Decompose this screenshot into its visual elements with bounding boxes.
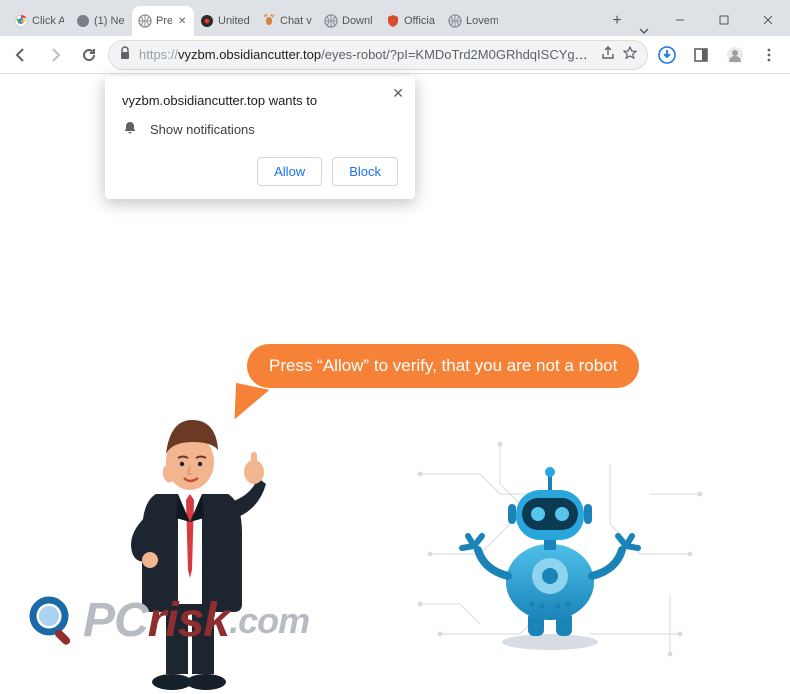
window-close-button[interactable] — [746, 4, 790, 36]
browser-menu-icon[interactable] — [754, 40, 784, 70]
window-minimize-button[interactable] — [658, 4, 702, 36]
tab-label: Pre — [156, 15, 172, 27]
block-button[interactable]: Block — [332, 157, 398, 186]
speech-bubble-text: Press “Allow” to verify, that you are no… — [269, 356, 617, 375]
profile-icon[interactable] — [720, 40, 750, 70]
favicon-globe-icon — [138, 14, 152, 28]
favicon-red-dot-icon — [200, 14, 214, 28]
browser-tab[interactable]: (1) Ne — [70, 6, 132, 36]
new-tab-button[interactable]: + — [604, 8, 630, 34]
tab-label: Chat v — [280, 15, 312, 27]
tab-label: United — [218, 15, 250, 27]
browser-tab[interactable]: Pre ✕ — [132, 6, 194, 36]
share-icon[interactable] — [601, 46, 615, 63]
bell-icon — [122, 120, 138, 139]
robot-illustration — [450, 454, 650, 654]
browser-tab[interactable]: Officia — [380, 6, 442, 36]
tab-close-icon[interactable]: ✕ — [176, 15, 188, 27]
tab-label: Officia — [404, 15, 435, 27]
tab-label: Lovem — [466, 15, 498, 27]
address-bar[interactable]: https://vyzbm.obsidiancutter.top/eyes-ro… — [108, 40, 648, 70]
pcrisk-watermark: PC risk .com — [25, 593, 309, 648]
window-controls — [658, 4, 790, 36]
lock-icon — [119, 46, 131, 63]
url-text: https://vyzbm.obsidiancutter.top/eyes-ro… — [139, 47, 593, 62]
browser-tab[interactable]: Lovem — [442, 6, 504, 36]
favicon-globe-icon — [324, 14, 338, 28]
window-maximize-button[interactable] — [702, 4, 746, 36]
favicon-deer-icon — [262, 14, 276, 28]
watermark-pc: PC — [83, 593, 148, 648]
window-titlebar: Click A (1) Ne Pre ✕ United Chat v Downl Offici… — [0, 0, 790, 36]
nav-back-button[interactable] — [6, 40, 36, 70]
allow-button[interactable]: Allow — [257, 157, 322, 186]
permission-title: vyzbm.obsidiancutter.top wants to — [122, 93, 398, 108]
tab-strip: Click A (1) Ne Pre ✕ United Chat v Downl Offici… — [0, 0, 602, 36]
businessman-illustration — [98, 404, 278, 694]
browser-tab[interactable]: Chat v — [256, 6, 318, 36]
bookmark-icon[interactable] — [623, 46, 637, 63]
browser-toolbar: https://vyzbm.obsidiancutter.top/eyes-ro… — [0, 36, 790, 74]
browser-tab[interactable]: Downl — [318, 6, 380, 36]
favicon-gray-badge-icon — [76, 14, 90, 28]
watermark-risk: risk — [148, 593, 229, 648]
browser-tab[interactable]: Click A — [8, 6, 70, 36]
tab-label: Click A — [32, 15, 64, 27]
nav-reload-button[interactable] — [74, 40, 104, 70]
permission-item-label: Show notifications — [150, 122, 255, 137]
watermark-com: .com — [229, 600, 309, 642]
favicon-globe-icon — [448, 14, 462, 28]
nav-forward-button[interactable] — [40, 40, 70, 70]
tab-overflow-menu[interactable] — [630, 26, 658, 36]
tab-label: (1) Ne — [94, 15, 125, 27]
side-panel-icon[interactable] — [686, 40, 716, 70]
favicon-shield-icon — [386, 14, 400, 28]
speech-bubble: Press “Allow” to verify, that you are no… — [247, 344, 639, 388]
notification-permission-popup: ✕ vyzbm.obsidiancutter.top wants to Show… — [105, 76, 415, 199]
downloads-icon[interactable] — [652, 40, 682, 70]
close-icon[interactable]: ✕ — [392, 85, 404, 102]
magnifier-icon — [25, 594, 79, 648]
tab-label: Downl — [342, 15, 373, 27]
browser-tab[interactable]: United — [194, 6, 256, 36]
favicon-chrome-icon — [14, 14, 28, 28]
